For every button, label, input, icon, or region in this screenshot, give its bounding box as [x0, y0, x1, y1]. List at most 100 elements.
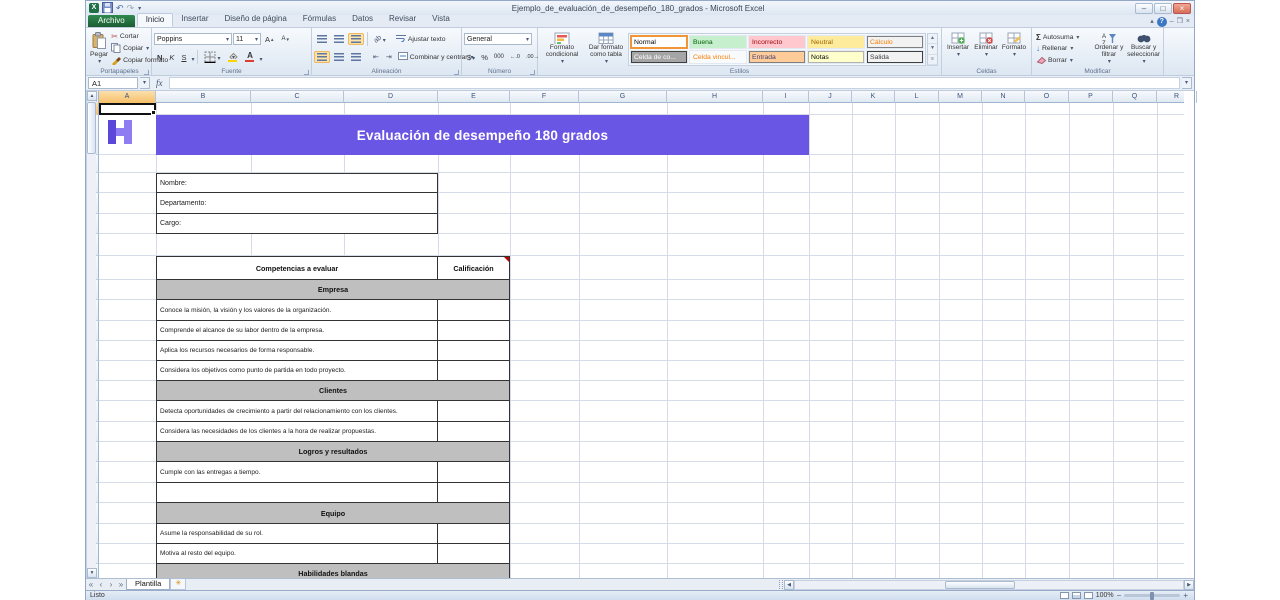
form-field-departamento[interactable]: Departamento: — [156, 193, 438, 214]
column-header-d[interactable]: D — [344, 91, 438, 103]
ribbon-tab-inicio[interactable]: Inicio — [137, 13, 174, 27]
ribbon-tab-dise-o-de-p-gina[interactable]: Diseño de página — [217, 13, 295, 27]
column-header-n[interactable]: N — [982, 91, 1025, 103]
insert-worksheet-icon[interactable]: ✳ — [170, 579, 186, 590]
scroll-right-icon[interactable]: ▶ — [1184, 580, 1194, 590]
item-score-cell[interactable] — [438, 524, 510, 544]
item-score-cell[interactable] — [438, 341, 510, 361]
save-button[interactable] — [102, 2, 113, 15]
cell-style-salida[interactable]: Salida — [866, 50, 924, 64]
workbook-close-icon[interactable]: × — [1186, 16, 1190, 27]
insert-cells-button[interactable]: Insertar — [944, 30, 972, 66]
format-as-table-button[interactable]: Dar formato como tabla — [584, 30, 628, 66]
cell-style-celda-vincul[interactable]: Celda vincul... — [689, 50, 747, 64]
minimize-button[interactable]: – — [1135, 3, 1153, 14]
paste-button[interactable]: Pegar — [90, 31, 108, 67]
column-header-a[interactable]: A — [99, 91, 156, 103]
next-sheet-icon[interactable]: › — [106, 579, 116, 590]
column-header-h[interactable]: H — [667, 91, 763, 103]
zoom-out-icon[interactable]: − — [1117, 592, 1122, 600]
item-score-cell[interactable] — [438, 401, 510, 422]
maximize-button[interactable]: □ — [1154, 3, 1172, 14]
name-box[interactable]: A1 — [88, 77, 138, 89]
increase-decimal-button[interactable]: ←.0 — [507, 51, 523, 63]
align-right-button[interactable] — [348, 51, 364, 63]
item-row[interactable]: Detecta oportunidades de crecimiento a p… — [156, 401, 438, 422]
underline-button[interactable]: S — [178, 51, 189, 63]
ribbon-tab-f-rmulas[interactable]: Fórmulas — [295, 13, 344, 27]
formula-input[interactable] — [169, 77, 1181, 89]
underline-dropdown-icon[interactable] — [190, 48, 194, 66]
bold-button[interactable]: N — [154, 51, 165, 63]
cell-style-neutral[interactable]: Neutral — [807, 35, 865, 49]
orientation-button[interactable]: ab — [371, 33, 389, 45]
previous-sheet-icon[interactable]: ‹ — [96, 579, 106, 590]
vertical-scrollbar[interactable]: ▲ ▼ — [86, 91, 96, 578]
clear-button[interactable]: Borrar — [1034, 55, 1092, 66]
zoom-in-icon[interactable]: + — [1183, 592, 1188, 600]
sort-filter-button[interactable]: AZ Ordenar y filtrar — [1092, 30, 1127, 66]
expand-formula-bar-icon[interactable]: ▾ — [1182, 77, 1192, 89]
horizontal-scrollbar[interactable] — [794, 580, 1184, 590]
ribbon-tab-datos[interactable]: Datos — [344, 13, 381, 27]
dialog-launcher-icon[interactable] — [530, 70, 535, 75]
column-header-f[interactable]: F — [510, 91, 579, 103]
comma-style-button[interactable]: 000 — [491, 51, 507, 63]
page-break-view-icon[interactable] — [1084, 592, 1093, 599]
wrap-text-button[interactable]: Ajustar texto — [394, 34, 448, 45]
column-header-r[interactable]: R — [1157, 91, 1197, 103]
cell-style-celda-de-co[interactable]: Celda de co... — [630, 50, 688, 64]
item-row[interactable]: Cumple con las entregas a tiempo. — [156, 462, 438, 483]
section-row-logros-y-resultados[interactable]: Logros y resultados — [156, 442, 510, 462]
item-score-cell[interactable] — [438, 321, 510, 341]
dialog-launcher-icon[interactable] — [304, 70, 309, 75]
cell-style-buena[interactable]: Buena — [689, 35, 747, 49]
item-score-cell[interactable] — [438, 422, 510, 442]
conditional-formatting-button[interactable]: Formato condicional — [540, 30, 584, 66]
cell-style-c-lculo[interactable]: Cálculo — [866, 35, 924, 49]
ribbon-tab-vista[interactable]: Vista — [424, 13, 458, 27]
scroll-left-icon[interactable]: ◀ — [784, 580, 794, 590]
font-color-dropdown-icon[interactable] — [258, 48, 262, 66]
normal-view-icon[interactable] — [1060, 592, 1069, 599]
zoom-level[interactable]: 100% — [1096, 592, 1114, 599]
number-format-combo[interactable]: General — [464, 33, 532, 45]
undo-button[interactable]: ↶ — [116, 3, 124, 13]
table-header-competencias[interactable]: Competencias a evaluar — [156, 256, 438, 280]
sheet-tab-plantilla[interactable]: Plantilla — [126, 579, 170, 590]
dialog-launcher-icon[interactable] — [144, 70, 149, 75]
gallery-up-icon[interactable]: ▲ — [928, 34, 937, 44]
font-color-button[interactable]: A — [242, 51, 257, 63]
column-header-m[interactable]: M — [939, 91, 982, 103]
item-row[interactable] — [156, 483, 438, 503]
column-header-p[interactable]: P — [1069, 91, 1113, 103]
column-header-g[interactable]: G — [579, 91, 667, 103]
item-row[interactable]: Considera los objetivos como punto de pa… — [156, 361, 438, 381]
borders-button[interactable] — [201, 51, 223, 63]
grow-font-button[interactable]: A▲ — [262, 33, 277, 45]
item-score-cell[interactable] — [438, 300, 510, 321]
fill-color-button[interactable] — [224, 51, 241, 63]
align-center-button[interactable] — [331, 51, 347, 63]
item-score-cell[interactable] — [438, 544, 510, 564]
section-row-clientes[interactable]: Clientes — [156, 381, 510, 401]
scroll-down-icon[interactable]: ▼ — [87, 568, 97, 578]
cell-style-notas[interactable]: Notas — [807, 50, 865, 64]
delete-cells-button[interactable]: Eliminar — [972, 30, 1000, 66]
cell-style-incorrecto[interactable]: Incorrecto — [748, 35, 806, 49]
workbook-restore-icon[interactable]: ❒ — [1177, 16, 1183, 27]
excel-app-icon[interactable]: X — [89, 3, 99, 13]
redo-button[interactable]: ↷ — [127, 3, 135, 13]
percent-style-button[interactable]: % — [478, 51, 491, 63]
column-header-l[interactable]: L — [895, 91, 939, 103]
workbook-minimize-icon[interactable]: – — [1170, 16, 1174, 27]
item-row[interactable]: Comprende el alcance de su labor dentro … — [156, 321, 438, 341]
ribbon-tab-revisar[interactable]: Revisar — [381, 13, 424, 27]
section-row-equipo[interactable]: Equipo — [156, 503, 510, 524]
item-row[interactable]: Asume la responsabilidad de su rol. — [156, 524, 438, 544]
accounting-format-button[interactable]: $ — [464, 51, 478, 63]
column-header-c[interactable]: C — [251, 91, 344, 103]
align-top-button[interactable] — [314, 33, 330, 45]
gallery-down-icon[interactable]: ▼ — [928, 44, 937, 54]
column-header-i[interactable]: I — [763, 91, 809, 103]
